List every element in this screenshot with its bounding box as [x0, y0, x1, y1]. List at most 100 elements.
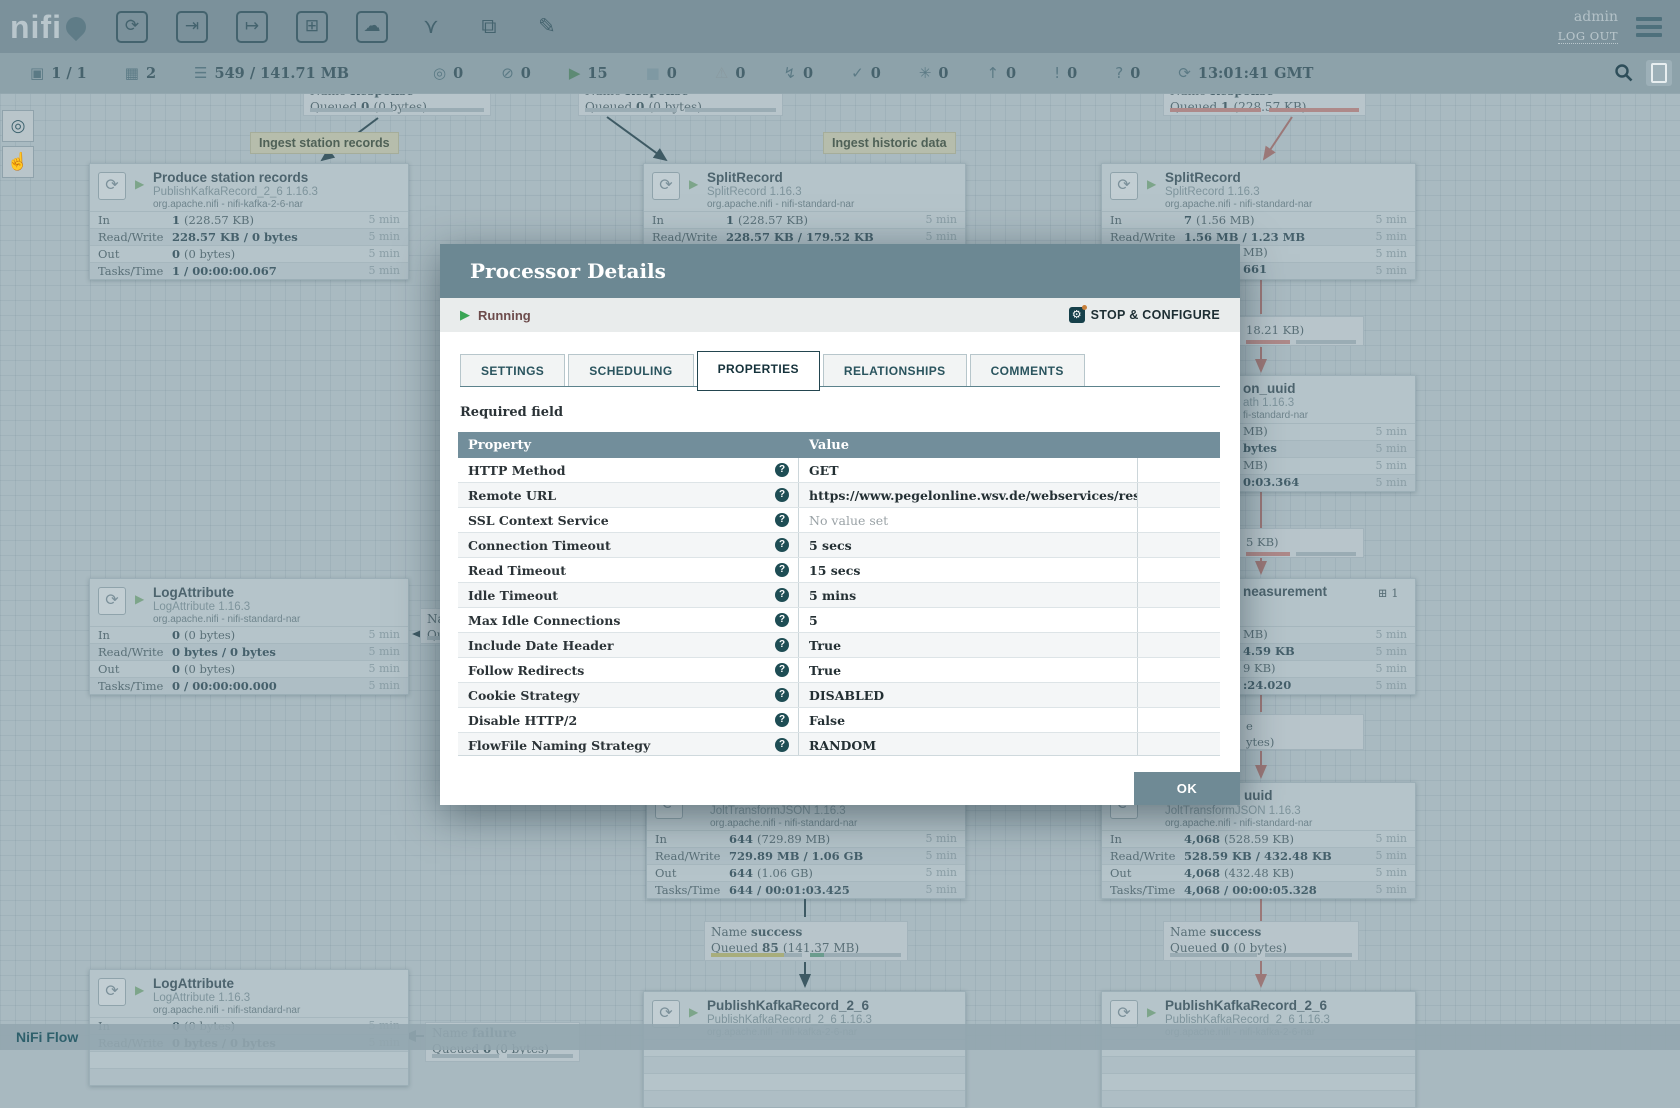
- processor-name: PublishKafkaRecord_2_6: [707, 998, 869, 1013]
- processor-name: LogAttribute: [153, 976, 234, 991]
- hand-palette-button[interactable]: ☝: [2, 146, 34, 178]
- processor-stat-row: [644, 1090, 965, 1107]
- cluster-nodes-icon: ▦: [125, 64, 139, 82]
- processor-type: SplitRecord 1.16.3: [707, 186, 802, 198]
- compass-palette-button[interactable]: ◎: [2, 110, 34, 142]
- property-name: Disable HTTP/2?: [458, 708, 799, 732]
- status-transmitting: ◎0: [433, 64, 463, 82]
- property-name: Remote URL?: [458, 483, 799, 507]
- process-group-icon[interactable]: ⊞: [296, 10, 328, 44]
- property-value[interactable]: No value set: [799, 508, 1138, 532]
- status-stale: ↑0: [986, 64, 1016, 82]
- processor-bundle: org.apache.nifi - nifi-kafka-2-6-nar: [153, 199, 303, 210]
- help-icon[interactable]: ?: [775, 588, 789, 602]
- property-row: Max Idle Connections?5: [458, 608, 1220, 633]
- tab-relationships[interactable]: RELATIONSHIPS: [823, 354, 967, 386]
- property-value[interactable]: GET: [799, 458, 1138, 482]
- property-row: Connection Timeout?5 secs: [458, 533, 1220, 558]
- property-row: FlowFile Naming Strategy?RANDOM: [458, 733, 1220, 756]
- component-toolbar: ⟳ ⇥ ↦ ⊞ ☁ ⋎ ⧉ ✎: [116, 10, 562, 44]
- tab-comments[interactable]: COMMENTS: [970, 354, 1085, 386]
- stopped-icon: ■: [646, 64, 660, 82]
- property-row: Include Date Header?True: [458, 633, 1220, 658]
- connection-label[interactable]: Name successQueued 85 (141.37 MB): [704, 921, 908, 961]
- processor-icon[interactable]: ⟳: [116, 10, 148, 44]
- property-value[interactable]: False: [799, 708, 1138, 732]
- running-state-icon: ▶: [460, 307, 470, 323]
- breadcrumb[interactable]: NiFi Flow: [16, 1029, 78, 1045]
- property-value[interactable]: RANDOM: [799, 733, 1138, 756]
- output-port-icon[interactable]: ↦: [236, 10, 268, 44]
- status-disabled: ↯0: [783, 64, 813, 82]
- status-running: ▶15: [569, 64, 608, 82]
- help-icon[interactable]: ?: [775, 463, 789, 477]
- help-icon[interactable]: ?: [775, 688, 789, 702]
- ok-button[interactable]: OK: [1134, 772, 1240, 805]
- flow-label[interactable]: Ingest station records: [250, 132, 399, 154]
- tab-settings[interactable]: SETTINGS: [460, 354, 565, 386]
- logout-link[interactable]: LOG OUT: [1558, 29, 1618, 44]
- panel-toggle-icon[interactable]: [1646, 60, 1672, 86]
- property-value[interactable]: 5 mins: [799, 583, 1138, 607]
- processor-stat-row: [90, 1051, 408, 1068]
- processor-text-fragment: 661: [1243, 262, 1267, 276]
- properties-table-header: Property Value: [458, 432, 1220, 458]
- help-icon[interactable]: ?: [775, 488, 789, 502]
- funnel-icon[interactable]: ⋎: [416, 10, 446, 44]
- processor-text-fragment: :24.020: [1243, 678, 1291, 692]
- tab-properties[interactable]: PROPERTIES: [697, 351, 820, 391]
- refresh-icon[interactable]: ⟳: [1178, 64, 1191, 82]
- processor-bundle: org.apache.nifi - nifi-standard-nar: [153, 614, 300, 625]
- remote-process-group-icon[interactable]: ☁: [356, 10, 388, 44]
- global-menu-icon[interactable]: [1632, 13, 1666, 41]
- help-icon[interactable]: ?: [775, 663, 789, 677]
- help-icon[interactable]: ?: [775, 738, 789, 752]
- processor-name: SplitRecord: [707, 170, 783, 185]
- template-icon[interactable]: ⧉: [474, 10, 504, 44]
- connection-label[interactable]: Name successQueued 0 (0 bytes): [1163, 921, 1359, 961]
- processor-stat-row: In7 (1.56 MB)5 min: [1102, 211, 1415, 228]
- processor-icon: ⟳: [652, 172, 680, 200]
- help-icon[interactable]: ?: [775, 613, 789, 627]
- help-icon[interactable]: ?: [775, 713, 789, 727]
- processor-stat-row: Read/Write228.57 KB / 179.52 KB5 min: [644, 228, 965, 245]
- processor-text-fragment: MB): [1243, 458, 1268, 472]
- property-name: Connection Timeout?: [458, 533, 799, 557]
- running-icon: ▶: [689, 177, 698, 191]
- disabled-icon: ↯: [783, 64, 796, 82]
- processor[interactable]: ⟳▶LogAttributeLogAttribute 1.16.3org.apa…: [89, 578, 409, 695]
- processor-stat-row: [1102, 1056, 1415, 1073]
- status-invalid: ⚠0: [715, 64, 746, 82]
- label-text-fragment: 5 KB): [1246, 535, 1279, 549]
- help-icon[interactable]: ?: [775, 513, 789, 527]
- processor-stat-row: Tasks/Time0 / 00:00:00.0005 min: [90, 677, 408, 694]
- processor-text-fragment: 9 KB): [1243, 661, 1276, 675]
- property-row: SSL Context Service?No value set: [458, 508, 1220, 533]
- input-port-icon[interactable]: ⇥: [176, 10, 208, 44]
- property-value[interactable]: 5 secs: [799, 533, 1138, 557]
- stop-and-configure-button[interactable]: ⚙ STOP & CONFIGURE: [1069, 307, 1220, 323]
- processor-text-fragment: bytes: [1243, 441, 1277, 455]
- locally-modified-icon: ✳: [919, 64, 932, 82]
- processor-name: Produce station records: [153, 170, 308, 185]
- tab-scheduling[interactable]: SCHEDULING: [568, 354, 693, 386]
- processor-stat-row: In1 (228.57 KB)5 min: [644, 211, 965, 228]
- label-icon[interactable]: ✎: [532, 10, 562, 44]
- help-icon[interactable]: ?: [775, 538, 789, 552]
- property-value[interactable]: True: [799, 658, 1138, 682]
- processor[interactable]: ⟳▶Produce station recordsPublishKafkaRec…: [89, 163, 409, 280]
- property-value[interactable]: DISABLED: [799, 683, 1138, 707]
- help-icon[interactable]: ?: [775, 563, 789, 577]
- property-value[interactable]: 5: [799, 608, 1138, 632]
- property-value[interactable]: True: [799, 633, 1138, 657]
- property-value[interactable]: https://www.pegelonline.wsv.de/webservic…: [799, 483, 1138, 507]
- property-value[interactable]: 15 secs: [799, 558, 1138, 582]
- nifi-logo: nifi: [10, 11, 86, 43]
- processor-type: LogAttribute 1.16.3: [153, 992, 250, 1004]
- flow-label[interactable]: Ingest historic data: [823, 132, 956, 154]
- processor-name: LogAttribute: [153, 585, 234, 600]
- running-icon: ▶: [1147, 177, 1156, 191]
- help-icon[interactable]: ?: [775, 638, 789, 652]
- processor-stat-row: In0 (0 bytes)5 min: [90, 626, 408, 643]
- search-icon[interactable]: [1614, 63, 1634, 83]
